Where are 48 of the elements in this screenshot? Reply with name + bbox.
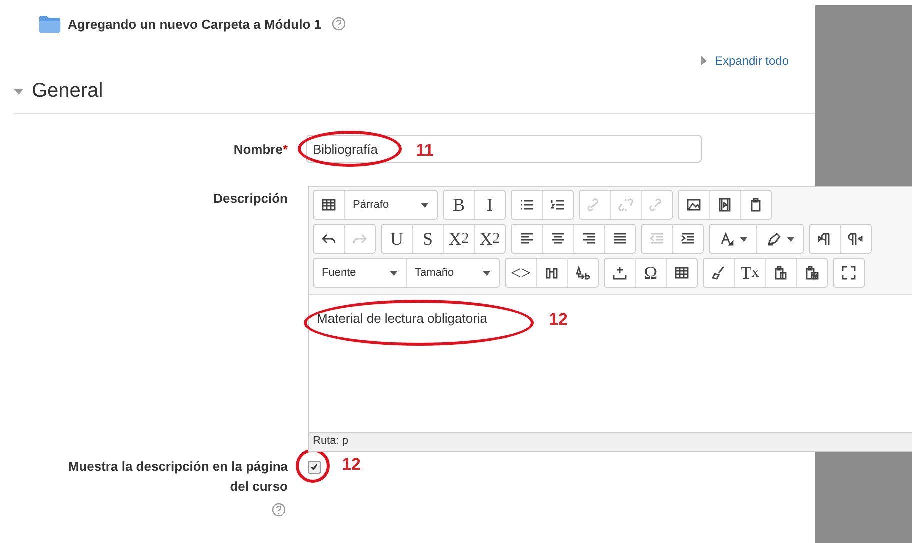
toolbar-button[interactable]: Ω: [635, 259, 666, 287]
caret-icon: [483, 270, 491, 276]
collapse-arrow-icon[interactable]: [14, 88, 24, 94]
expand-all-link[interactable]: Expandir todo: [714, 54, 789, 68]
grid-icon: [321, 197, 337, 213]
expand-arrow-icon[interactable]: [700, 56, 707, 66]
element-path: Ruta: p: [313, 435, 348, 447]
section-title: General: [32, 80, 104, 103]
help-icon[interactable]: [332, 17, 346, 31]
annotation-number: 12: [342, 455, 361, 475]
pilcrow-left-icon: [848, 231, 864, 247]
page-title: Agregando un nuevo Carpeta a Módulo 1: [68, 16, 322, 32]
editor-text: Material de lectura obligatoria: [317, 311, 488, 326]
toolbar-button[interactable]: I: [474, 191, 505, 219]
fullscreen-icon: [841, 265, 857, 281]
text-color-icon: [718, 231, 734, 247]
paste-text-icon: [773, 265, 789, 281]
toolbar-button[interactable]: S: [412, 225, 443, 253]
brush-icon: [711, 265, 727, 281]
help-icon[interactable]: [272, 503, 286, 517]
annotation-number: 12: [549, 310, 568, 330]
checkbox[interactable]: [308, 461, 321, 474]
caret-icon: [740, 236, 748, 242]
field-label: Nombre: [234, 142, 283, 156]
paste-word-icon: [804, 265, 820, 281]
annotation-number: 11: [416, 141, 434, 161]
replace-icon: [575, 265, 591, 281]
toolbar-dropdown[interactable]: Fuente: [314, 259, 406, 287]
toolbar-button[interactable]: U: [382, 225, 412, 253]
checkmark-icon: [310, 463, 319, 472]
caret-icon: [786, 236, 794, 242]
table-icon: [674, 265, 690, 281]
toolbar-dropdown[interactable]: Párrafo: [344, 191, 437, 219]
toolbar-button[interactable]: B: [444, 191, 474, 219]
film-icon: [717, 197, 733, 213]
field-label: Descripción: [214, 191, 288, 206]
toolbar-button[interactable]: <>: [506, 259, 536, 287]
caret-icon: [421, 202, 429, 208]
caret-icon: [390, 270, 398, 276]
section-header[interactable]: General: [14, 80, 815, 114]
folder-icon: [38, 14, 62, 34]
required-mark: *: [282, 142, 288, 156]
image-icon: [686, 197, 702, 213]
toolbar-dropdown[interactable]: Tamaño: [406, 259, 499, 287]
insert-icon: [612, 265, 628, 281]
field-label: Muestra la descripción en la página del curso: [67, 458, 288, 496]
highlighter-icon: [766, 231, 782, 247]
broken-link-icon: [618, 197, 634, 213]
